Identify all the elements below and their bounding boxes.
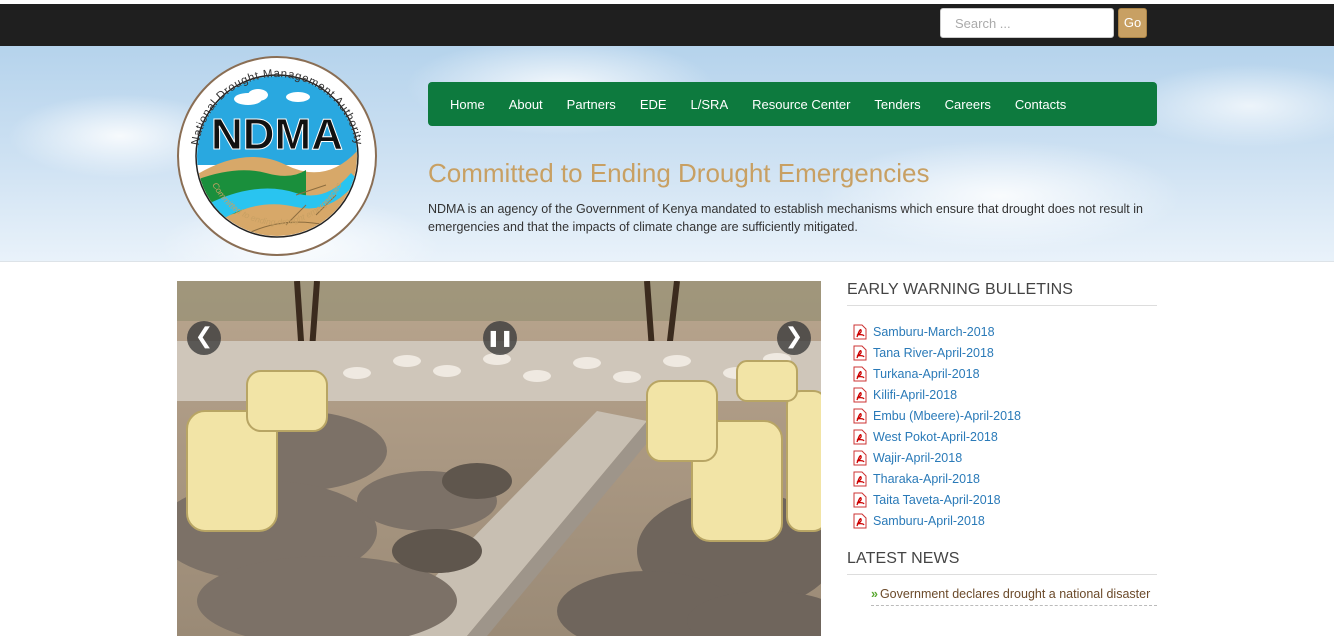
bulletin-label: Samburu-March-2018 (873, 324, 995, 339)
ndma-logo[interactable]: NDMA National Drought Management Authori… (176, 55, 378, 257)
chevron-right-icon: ❯ (784, 324, 804, 349)
nav-about[interactable]: About (497, 97, 555, 112)
pdf-icon (853, 324, 867, 339)
nav-careers[interactable]: Careers (933, 97, 1003, 112)
bulletins-heading: EARLY WARNING BULLETINS (847, 281, 1157, 306)
news-label: Government declares drought a national d… (879, 587, 1151, 601)
bulletin-link[interactable]: Samburu-March-2018 (847, 321, 1157, 342)
nav-ede[interactable]: EDE (628, 97, 679, 112)
image-slider[interactable]: ❮ ❚❚ ❯ (177, 281, 821, 636)
bulletin-label: Wajir-April-2018 (873, 450, 963, 465)
nav-tenders[interactable]: Tenders (862, 97, 932, 112)
sidebar: EARLY WARNING BULLETINS Samburu-March-20… (847, 281, 1157, 606)
site-header: NDMA National Drought Management Authori… (0, 46, 1334, 262)
bulletin-label: Samburu-April-2018 (873, 513, 985, 528)
pdf-icon (853, 450, 867, 465)
bulletin-link[interactable]: Embu (Mbeere)-April-2018 (847, 405, 1157, 426)
search-go-button[interactable]: Go (1118, 8, 1147, 38)
logo-wordmark: NDMA (211, 110, 343, 159)
pdf-icon (853, 513, 867, 528)
pdf-icon (853, 387, 867, 402)
bulletin-label: Taita Taveta-April-2018 (873, 492, 1001, 507)
pdf-icon (853, 366, 867, 381)
bulletin-link[interactable]: Samburu-April-2018 (847, 510, 1157, 531)
pause-icon: ❚❚ (486, 328, 514, 347)
double-chevron-icon: » (871, 587, 878, 601)
slider-pause-button[interactable]: ❚❚ (483, 321, 517, 355)
top-bar: Go (0, 4, 1334, 46)
bulletin-link[interactable]: Taita Taveta-April-2018 (847, 489, 1157, 510)
latest-news-heading: LATEST NEWS (847, 550, 1157, 575)
pdf-icon (853, 429, 867, 444)
pdf-icon (853, 471, 867, 486)
nav-lsra[interactable]: L/SRA (679, 97, 741, 112)
bulletin-list: Samburu-March-2018 Tana River-April-2018… (847, 321, 1157, 531)
pdf-icon (853, 345, 867, 360)
search-input[interactable] (940, 8, 1114, 38)
site-tagline: Committed to Ending Drought Emergencies (428, 158, 930, 188)
slider-next-button[interactable]: ❯ (777, 321, 811, 355)
main-nav: Home About Partners EDE L/SRA Resource C… (428, 82, 1157, 126)
bulletin-label: Tharaka-April-2018 (873, 471, 980, 486)
bulletin-label: Embu (Mbeere)-April-2018 (873, 408, 1021, 423)
chevron-left-icon: ❮ (194, 324, 214, 349)
nav-contacts[interactable]: Contacts (1003, 97, 1078, 112)
intro-text: NDMA is an agency of the Government of K… (428, 202, 1143, 234)
pdf-icon (853, 492, 867, 507)
bulletin-link[interactable]: Turkana-April-2018 (847, 363, 1157, 384)
bulletin-link[interactable]: Tana River-April-2018 (847, 342, 1157, 363)
bulletin-link[interactable]: Tharaka-April-2018 (847, 468, 1157, 489)
nav-home[interactable]: Home (438, 97, 497, 112)
nav-resource-center[interactable]: Resource Center (740, 97, 862, 112)
nav-partners[interactable]: Partners (555, 97, 628, 112)
bulletin-link[interactable]: Wajir-April-2018 (847, 447, 1157, 468)
bulletin-label: Turkana-April-2018 (873, 366, 980, 381)
bulletin-label: Kilifi-April-2018 (873, 387, 958, 402)
bulletin-label: Tana River-April-2018 (873, 345, 994, 360)
bulletin-label: West Pokot-April-2018 (873, 429, 998, 444)
slider-prev-button[interactable]: ❮ (187, 321, 221, 355)
news-link[interactable]: » Government declares drought a national … (871, 587, 1157, 606)
bulletin-link[interactable]: West Pokot-April-2018 (847, 426, 1157, 447)
bulletin-link[interactable]: Kilifi-April-2018 (847, 384, 1157, 405)
pdf-icon (853, 408, 867, 423)
